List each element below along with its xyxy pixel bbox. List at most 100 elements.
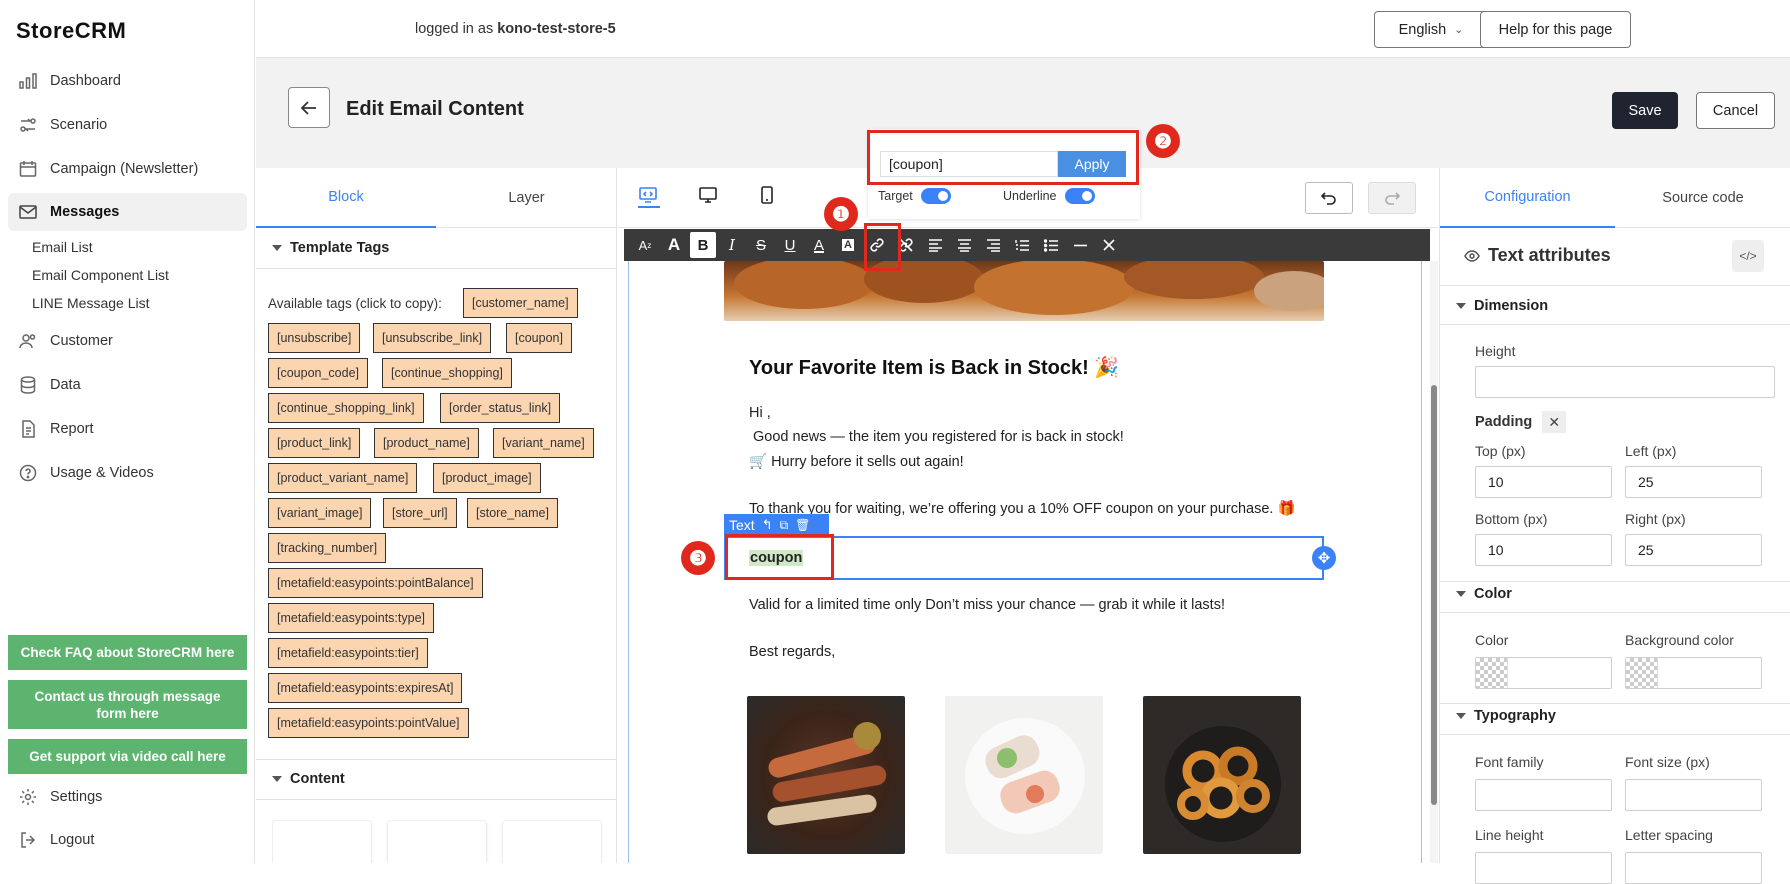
nav-data[interactable]: Data [16, 366, 247, 404]
tag-pill[interactable]: [order_status_link] [440, 393, 561, 423]
language-select[interactable]: English ⌄ [1374, 11, 1488, 48]
highlight-icon[interactable]: A [835, 232, 861, 258]
transparent-swatch-icon[interactable] [1626, 658, 1658, 688]
italic-icon[interactable]: I [719, 232, 745, 258]
trash-icon[interactable]: 🗑 [795, 518, 810, 532]
preview-tab[interactable] [638, 186, 660, 208]
nav-dashboard[interactable]: Dashboard [16, 62, 247, 100]
content-header[interactable]: Content [272, 771, 345, 787]
text-color-icon[interactable]: A [806, 232, 832, 258]
template-tags-header[interactable]: Template Tags [272, 240, 389, 256]
nav-messages[interactable]: Messages [8, 193, 247, 231]
tag-pill[interactable]: [metafield:easypoints:pointValue] [268, 708, 469, 738]
video-call-button[interactable]: Get support via video call here [8, 739, 247, 774]
padding-left-input[interactable]: 25 [1625, 466, 1762, 498]
tag-pill[interactable]: [metafield:easypoints:pointBalance] [268, 568, 483, 598]
move-icon[interactable]: ✥ [1312, 546, 1336, 570]
code-view-icon[interactable]: </> [1732, 240, 1764, 272]
email-closing[interactable]: Best regards, [749, 644, 835, 660]
tag-pill[interactable]: [store_url] [383, 498, 457, 528]
email-line-3[interactable]: To thank you for waiting, we’re offering… [749, 500, 1296, 517]
product-image-calamari[interactable] [1143, 696, 1301, 854]
horizontal-rule-icon[interactable] [1067, 232, 1093, 258]
underline-toggle[interactable] [1064, 188, 1095, 204]
tag-pill[interactable]: [unsubscribe] [268, 323, 361, 353]
canvas-scrollbar[interactable] [1430, 261, 1438, 863]
clear-format-icon[interactable] [1096, 232, 1122, 258]
font-bold-a-icon[interactable]: A [661, 232, 687, 258]
tag-pill[interactable]: [tracking_number] [268, 533, 387, 563]
block-text[interactable]: T [272, 820, 372, 863]
line-height-input[interactable] [1475, 852, 1612, 884]
email-heading[interactable]: Your Favorite Item is Back in Stock! 🎉 [749, 355, 1119, 380]
save-button[interactable]: Save [1612, 92, 1678, 129]
product-image-sausages[interactable] [747, 696, 905, 854]
app-logo[interactable]: StoreCRM [16, 18, 126, 44]
tag-pill[interactable]: [metafield:easypoints:type] [268, 603, 434, 633]
tag-pill[interactable]: [product_link] [268, 428, 361, 458]
desktop-view-button[interactable] [698, 186, 718, 207]
email-greeting[interactable]: Hi , [749, 405, 771, 421]
tag-pill[interactable]: [store_name] [467, 498, 558, 528]
tab-block[interactable]: Block [256, 168, 436, 228]
tag-pill[interactable]: [customer_name] [463, 288, 578, 318]
block-image[interactable] [387, 820, 487, 863]
font-size-input[interactable] [1625, 779, 1762, 811]
subnav-line-message-list[interactable]: LINE Message List [32, 295, 150, 311]
email-line-2[interactable]: 🛒 Hurry before it sells out again! [749, 453, 964, 470]
back-button[interactable] [288, 87, 330, 128]
tag-pill[interactable]: [product_name] [374, 428, 479, 458]
height-input[interactable] [1475, 366, 1775, 398]
cancel-button[interactable]: Cancel [1696, 92, 1775, 129]
bullet-list-icon[interactable] [1038, 232, 1064, 258]
tab-layer[interactable]: Layer [436, 168, 617, 228]
color-input[interactable] [1475, 657, 1612, 689]
bold-icon[interactable]: B [690, 232, 716, 258]
padding-right-input[interactable]: 25 [1625, 534, 1762, 566]
email-line-4[interactable]: Valid for a limited time only Don’t miss… [749, 597, 1225, 613]
block-button[interactable] [502, 820, 602, 863]
font-size-icon[interactable]: Az [632, 232, 658, 258]
dimension-header[interactable]: Dimension [1456, 298, 1548, 314]
tag-pill[interactable]: [metafield:easypoints:expiresAt] [268, 673, 463, 703]
faq-button[interactable]: Check FAQ about StoreCRM here [8, 635, 247, 670]
subnav-email-list[interactable]: Email List [32, 239, 93, 255]
transparent-swatch-icon[interactable] [1476, 658, 1508, 688]
padding-bottom-input[interactable]: 10 [1475, 534, 1612, 566]
nav-settings[interactable]: Settings [16, 778, 247, 816]
letter-spacing-input[interactable] [1625, 852, 1762, 884]
mobile-view-button[interactable] [760, 186, 774, 207]
tab-configuration[interactable]: Configuration [1440, 168, 1615, 228]
close-icon[interactable]: ✕ [1542, 411, 1567, 433]
tag-pill[interactable]: [variant_name] [493, 428, 594, 458]
redo-button[interactable] [1368, 182, 1416, 214]
background-color-input[interactable] [1625, 657, 1762, 689]
align-left-icon[interactable] [922, 232, 948, 258]
align-right-icon[interactable] [980, 232, 1006, 258]
undo-button[interactable] [1305, 182, 1353, 214]
canvas-scrollbar-thumb[interactable] [1431, 385, 1437, 805]
color-header[interactable]: Color [1456, 586, 1512, 602]
font-family-input[interactable] [1475, 779, 1612, 811]
target-toggle[interactable] [920, 188, 951, 204]
subnav-email-component-list[interactable]: Email Component List [32, 267, 169, 283]
nav-usage-videos[interactable]: Usage & Videos [16, 454, 247, 492]
ordered-list-icon[interactable] [1009, 232, 1035, 258]
tag-pill[interactable]: [continue_shopping_link] [268, 393, 424, 423]
strikethrough-icon[interactable]: S [748, 232, 774, 258]
select-parent-icon[interactable]: ↰ [762, 517, 773, 533]
nav-campaign[interactable]: Campaign (Newsletter) [16, 150, 247, 188]
email-line-1[interactable]: Good news — the item you registered for … [749, 429, 1124, 445]
tag-pill[interactable]: [continue_shopping] [382, 358, 512, 388]
nav-customer[interactable]: Customer [16, 322, 247, 360]
nav-logout[interactable]: Logout [16, 821, 247, 859]
tag-pill[interactable]: [coupon_code] [268, 358, 369, 388]
tag-pill[interactable]: [coupon] [506, 323, 572, 353]
tag-pill[interactable]: [product_image] [433, 463, 541, 493]
tab-source-code[interactable]: Source code [1615, 168, 1790, 228]
help-page-button[interactable]: Help for this page [1480, 11, 1631, 48]
align-center-icon[interactable] [951, 232, 977, 258]
nav-report[interactable]: Report [16, 410, 247, 448]
tag-pill[interactable]: [metafield:easypoints:tier] [268, 638, 428, 668]
copy-icon[interactable]: ⧉ [780, 518, 789, 533]
